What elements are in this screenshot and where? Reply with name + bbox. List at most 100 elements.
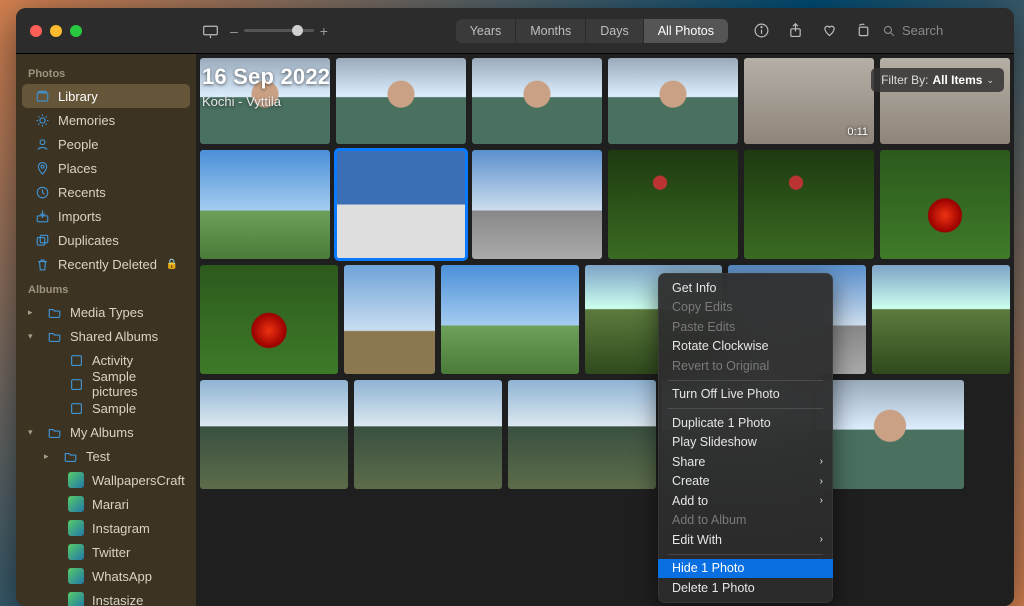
disclosure-icon[interactable]: ▸ [44,451,54,462]
sidebar-item-label: WhatsApp [92,569,152,584]
sidebar-item-label: Sample pictures [92,369,178,399]
disclosure-icon[interactable]: ▾ [28,331,38,342]
menu-item-edit-with[interactable]: Edit With› [658,530,833,550]
segment-all-photos[interactable]: All Photos [644,19,728,43]
photo-thumbnail[interactable] [344,265,435,374]
folder-icon [46,304,62,320]
sidebar-item-twitter[interactable]: Twitter [22,540,190,564]
menu-item-paste-edits: Paste Edits [658,317,833,337]
photo-thumbnail[interactable] [608,150,738,259]
sidebar-item-sample[interactable]: Sample [22,396,190,420]
filter-by[interactable]: Filter By: All Items ⌄ [871,68,1004,92]
photo-thumbnail[interactable] [200,380,348,489]
menu-item-share[interactable]: Share› [658,452,833,472]
sidebar-item-label: Media Types [70,305,143,320]
photo-thumbnail[interactable] [336,150,466,259]
menu-item-create[interactable]: Create› [658,472,833,492]
photo-thumbnail[interactable]: 0:11 [744,58,874,144]
sidebar-item-whatsapp[interactable]: WhatsApp [22,564,190,588]
sidebar-item-label: WallpapersCraft [92,473,185,488]
fullscreen-window[interactable] [70,25,82,37]
photo-thumbnail[interactable] [872,265,1010,374]
share-icon[interactable] [780,17,810,45]
sidebar-item-library[interactable]: Library [22,84,190,108]
sidebar-item-shared-albums[interactable]: ▾Shared Albums [22,324,190,348]
sidebar-item-places[interactable]: Places [22,156,190,180]
folder-icon [46,424,62,440]
sidebar-section-photos: Photos [16,60,196,84]
menu-item-rotate-clockwise[interactable]: Rotate Clockwise [658,337,833,357]
chevron-right-icon: › [820,476,823,487]
zoom-plus[interactable]: + [320,23,328,39]
album-thumb-icon [68,568,84,584]
disclosure-icon[interactable]: ▾ [28,427,38,438]
sidebar-item-test[interactable]: ▸Test [22,444,190,468]
photo-grid-area: 0:11 16 Sep 2022 Kochi - Vyttila Filter … [196,54,1014,606]
sidebar-item-imports[interactable]: Imports [22,204,190,228]
zoom-minus[interactable]: – [230,23,238,39]
menu-item-hide-1-photo[interactable]: Hide 1 Photo [658,559,833,579]
sidebar-item-media-types[interactable]: ▸ Media Types [22,300,190,324]
chevron-right-icon: › [820,495,823,506]
photo-thumbnail[interactable] [472,150,602,259]
menu-item-delete-1-photo[interactable]: Delete 1 Photo [658,578,833,598]
sidebar-item-recents[interactable]: Recents [22,180,190,204]
sidebar-item-people[interactable]: People [22,132,190,156]
photo-thumbnail[interactable] [880,150,1010,259]
album-thumb-icon [68,496,84,512]
memories-icon [34,112,50,128]
aspect-icon[interactable] [196,19,224,43]
duration-badge: 0:11 [847,126,868,138]
photo-thumbnail[interactable] [200,265,338,374]
segment-days[interactable]: Days [586,19,643,43]
photo-thumbnail[interactable] [816,380,964,489]
search-field[interactable]: Search [882,23,1002,38]
album-thumb-icon [68,544,84,560]
menu-item-get-info[interactable]: Get Info [658,278,833,298]
traffic-lights [16,25,196,37]
menu-separator [668,554,823,555]
titlebar: – + YearsMonthsDaysAll Photos Search [16,8,1014,54]
sidebar-item-instasize[interactable]: Instasize [22,588,190,606]
sidebar-item-wallpaperscraft[interactable]: WallpapersCraft [22,468,190,492]
sidebar-item-recently-deleted[interactable]: Recently Deleted🔒 [22,252,190,276]
info-icon[interactable] [746,17,776,45]
disclosure-icon[interactable]: ▸ [28,307,38,318]
photo-thumbnail[interactable] [354,380,502,489]
sidebar-item-marari[interactable]: Marari [22,492,190,516]
menu-item-duplicate-1-photo[interactable]: Duplicate 1 Photo [658,413,833,433]
segment-years[interactable]: Years [456,19,517,43]
heart-icon[interactable] [814,17,844,45]
photo-thumbnail[interactable] [336,58,466,144]
sidebar-item-instagram[interactable]: Instagram [22,516,190,540]
sidebar-item-label: People [58,137,98,152]
photo-thumbnail[interactable] [608,58,738,144]
zoom-slider[interactable]: – + [230,23,328,39]
sidebar-item-my-albums[interactable]: ▾My Albums [22,420,190,444]
sidebar-item-label: Imports [58,209,101,224]
photo-thumbnail[interactable] [441,265,579,374]
menu-item-play-slideshow[interactable]: Play Slideshow [658,433,833,453]
photo-thumbnail[interactable] [472,58,602,144]
segment-months[interactable]: Months [516,19,586,43]
menu-item-turn-off-live-photo[interactable]: Turn Off Live Photo [658,385,833,405]
sidebar-item-duplicates[interactable]: Duplicates [22,228,190,252]
menu-item-revert-to-original: Revert to Original [658,356,833,376]
photo-thumbnail[interactable] [744,150,874,259]
photos-app-window: – + YearsMonthsDaysAll Photos Search Pho… [16,8,1014,606]
rotate-icon[interactable] [848,17,878,45]
sidebar-item-label: Recently Deleted [58,257,157,272]
menu-item-add-to[interactable]: Add to› [658,491,833,511]
photo-thumbnail[interactable] [200,150,330,259]
photo-thumbnail[interactable] [508,380,656,489]
photo-grid: 0:11 [200,58,1010,495]
minimize-window[interactable] [50,25,62,37]
sidebar-item-label: Memories [58,113,115,128]
sidebar-item-memories[interactable]: Memories [22,108,190,132]
menu-item-copy-edits: Copy Edits [658,298,833,318]
sidebar-item-label: Recents [58,185,106,200]
sidebar-item-sample-pictures[interactable]: Sample pictures [22,372,190,396]
sidebar-item-label: Activity [92,353,133,368]
folder-icon [62,448,78,464]
close-window[interactable] [30,25,42,37]
